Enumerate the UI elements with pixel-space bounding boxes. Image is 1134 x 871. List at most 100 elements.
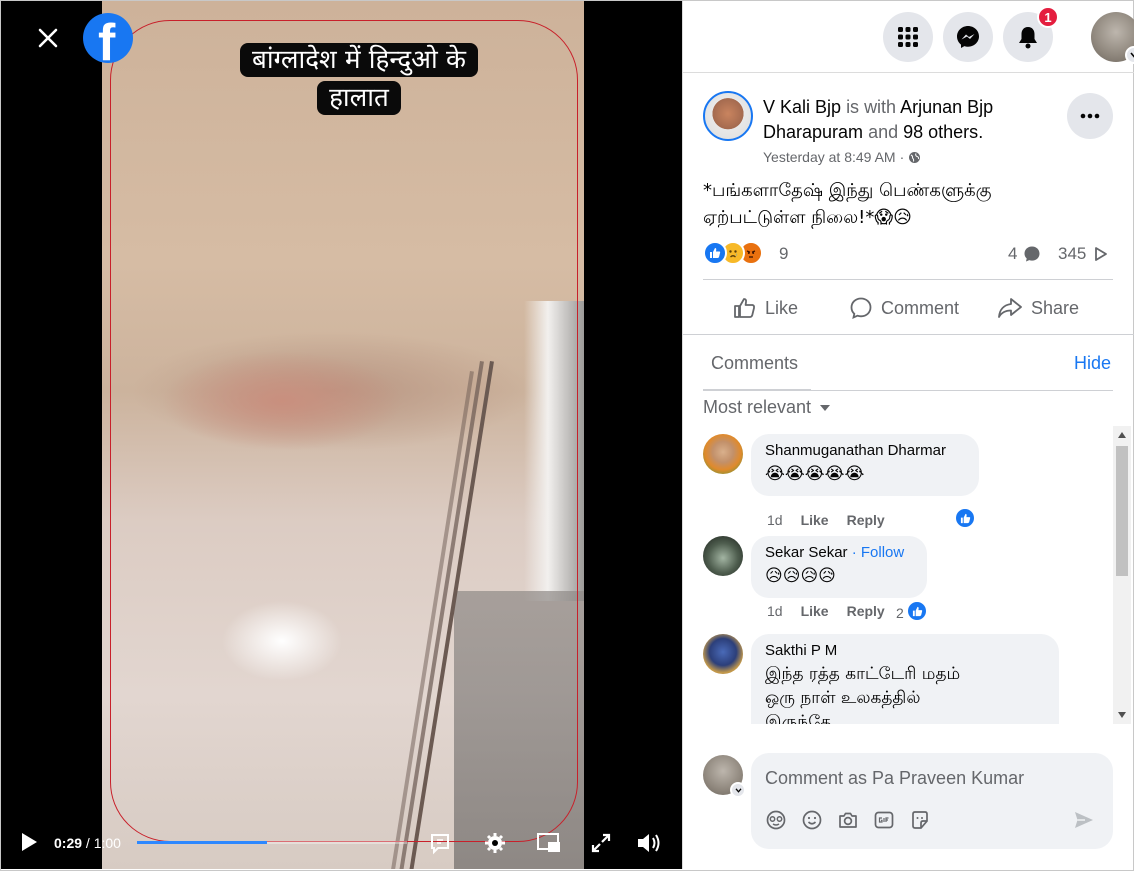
messenger-icon xyxy=(957,26,979,48)
reactions-count[interactable]: 9 xyxy=(779,244,788,264)
commenter-avatar[interactable] xyxy=(703,634,743,674)
comment-bubble: Sakthi P M இந்த ரத்த காட்டேரி மதம் ஒரு ந… xyxy=(751,634,1059,724)
comment-author[interactable]: Sakthi P M xyxy=(765,642,1045,659)
notifications-button[interactable]: 1 xyxy=(1003,6,1059,62)
volume-button[interactable] xyxy=(635,829,663,857)
post-actions: Like Comment Share xyxy=(703,279,1113,335)
video-caption-line2: हालात xyxy=(317,81,401,115)
account-avatar[interactable] xyxy=(1091,12,1134,64)
send-button[interactable] xyxy=(1073,809,1095,831)
comments-count[interactable]: 4 xyxy=(1008,244,1041,264)
comment-text-line1: இந்த ரத்த காட்டேரி மதம் xyxy=(765,664,961,684)
video-player[interactable]: बांग्लादेश में हिन्दुओ के हालात f 0:29 /… xyxy=(1,1,682,869)
comments-header: Comments Hide xyxy=(683,334,1134,391)
progress-bar[interactable] xyxy=(137,841,407,844)
commenter-avatar[interactable] xyxy=(703,536,743,576)
comments-tab[interactable]: Comments xyxy=(711,353,798,374)
settings-button[interactable] xyxy=(481,829,509,857)
scroll-down-icon[interactable] xyxy=(1117,710,1127,720)
captions-button[interactable] xyxy=(426,829,454,857)
share-button[interactable]: Share xyxy=(997,292,1079,324)
comment-text-line3: இருந்தே xyxy=(765,712,832,724)
composer-box xyxy=(751,753,1113,849)
comment-reply-button[interactable]: Reply xyxy=(847,603,885,619)
comment-age[interactable]: 1d xyxy=(767,603,783,619)
comment-bubble: Shanmuganathan Dharmar 😭😭😭😭😭 xyxy=(751,434,979,496)
close-button[interactable] xyxy=(31,21,65,55)
close-icon xyxy=(38,28,58,48)
scroll-thumb[interactable] xyxy=(1116,446,1128,576)
views-count[interactable]: 345 xyxy=(1058,244,1108,264)
time-total: / 1:00 xyxy=(85,835,121,851)
fullscreen-button[interactable] xyxy=(587,829,615,857)
comments-count-value: 4 xyxy=(1008,244,1018,263)
like-button[interactable]: Like xyxy=(733,292,798,324)
like-label: Like xyxy=(765,297,799,318)
comment-actions: 1d Like Reply xyxy=(767,512,885,528)
post-text: *பங்களாதேஷ் இந்து பெண்களுக்கு ஏற்பட்டுள்… xyxy=(703,177,1113,231)
post-text-line1: *பங்களாதேஷ் இந்து பெண்களுக்கு xyxy=(703,180,992,201)
composer-tools xyxy=(765,809,931,831)
post-time: Yesterday at 8:49 AM · xyxy=(763,149,921,165)
avatar-sticker-icon xyxy=(766,810,786,830)
comment-author[interactable]: Sekar Sekar xyxy=(765,544,848,561)
comment-like-badge-icon[interactable] xyxy=(954,507,976,529)
comments-list[interactable]: Shanmuganathan Dharmar 😭😭😭😭😭 1d Like Rep… xyxy=(683,426,1134,724)
sort-label: Most relevant xyxy=(703,397,812,417)
author-avatar[interactable] xyxy=(703,91,753,141)
share-icon xyxy=(998,298,1022,318)
fullscreen-icon xyxy=(591,833,611,853)
gif-button[interactable] xyxy=(873,809,895,831)
progress-fill xyxy=(137,841,267,844)
comments-scrollbar[interactable] xyxy=(1113,426,1131,724)
comment-like-button[interactable]: Like xyxy=(801,603,829,619)
comment-age[interactable]: 1d xyxy=(767,512,783,528)
comment-input[interactable] xyxy=(765,765,1085,791)
comment-actions: 1d Like Reply xyxy=(767,603,885,619)
like-reaction-icon[interactable] xyxy=(703,241,727,265)
comment-author[interactable]: Shanmuganathan Dharmar xyxy=(765,442,965,459)
post-options-button[interactable] xyxy=(1067,93,1113,139)
camera-button[interactable] xyxy=(837,809,859,831)
emoji-icon xyxy=(802,810,822,830)
comment-text-line2: ஒரு நாள் உலகத்தில் xyxy=(765,688,921,708)
top-nav: 1 xyxy=(683,1,1134,73)
time-separator: · xyxy=(899,149,905,165)
sticker-button[interactable] xyxy=(909,809,931,831)
reactions-summary: 9 4 345 xyxy=(703,239,1113,269)
hide-comments-link[interactable]: Hide xyxy=(1074,353,1111,374)
views-count-value: 345 xyxy=(1058,244,1087,263)
play-outline-icon xyxy=(1095,247,1108,261)
send-icon xyxy=(1075,812,1093,828)
menu-button[interactable] xyxy=(883,12,933,62)
comment-reply-button[interactable]: Reply xyxy=(847,512,885,528)
commenter-avatar[interactable] xyxy=(703,434,743,474)
composer-avatar[interactable] xyxy=(703,755,746,798)
sort-dropdown[interactable]: Most relevant xyxy=(703,397,831,418)
camera-icon xyxy=(839,812,857,828)
post-text-line2: ஏற்பட்டுள்ள நிலை!*😱😥 xyxy=(703,207,912,228)
comment-text: 😭😭😭😭😭 xyxy=(765,464,865,484)
comment-like-button[interactable]: Like xyxy=(801,512,829,528)
miniplayer-button[interactable] xyxy=(535,829,563,857)
post-timestamp[interactable]: Yesterday at 8:49 AM xyxy=(763,149,896,165)
comment-text: இந்த ரத்த காட்டேரி மதம் ஒரு நாள் உலகத்தி… xyxy=(765,662,1045,724)
gif-icon xyxy=(874,811,894,829)
avatar-sticker-button[interactable] xyxy=(765,809,787,831)
others-link[interactable]: 98 others xyxy=(903,122,978,142)
comment-button[interactable]: Comment xyxy=(849,292,959,324)
facebook-logo[interactable]: f xyxy=(83,13,133,63)
play-button[interactable] xyxy=(19,831,39,858)
chevron-down-icon xyxy=(730,782,746,798)
follow-link[interactable]: · Follow xyxy=(852,544,905,561)
gear-icon xyxy=(485,833,505,853)
comment-like-badge-icon[interactable] xyxy=(906,600,928,622)
author-name[interactable]: V Kali Bjp xyxy=(763,97,841,117)
scroll-up-icon[interactable] xyxy=(1117,430,1127,440)
share-label: Share xyxy=(1031,297,1080,318)
play-icon xyxy=(22,833,37,851)
captions-icon xyxy=(431,834,449,855)
comment-like-count: 2 xyxy=(896,605,904,621)
emoji-button[interactable] xyxy=(801,809,823,831)
messenger-button[interactable] xyxy=(943,12,993,62)
